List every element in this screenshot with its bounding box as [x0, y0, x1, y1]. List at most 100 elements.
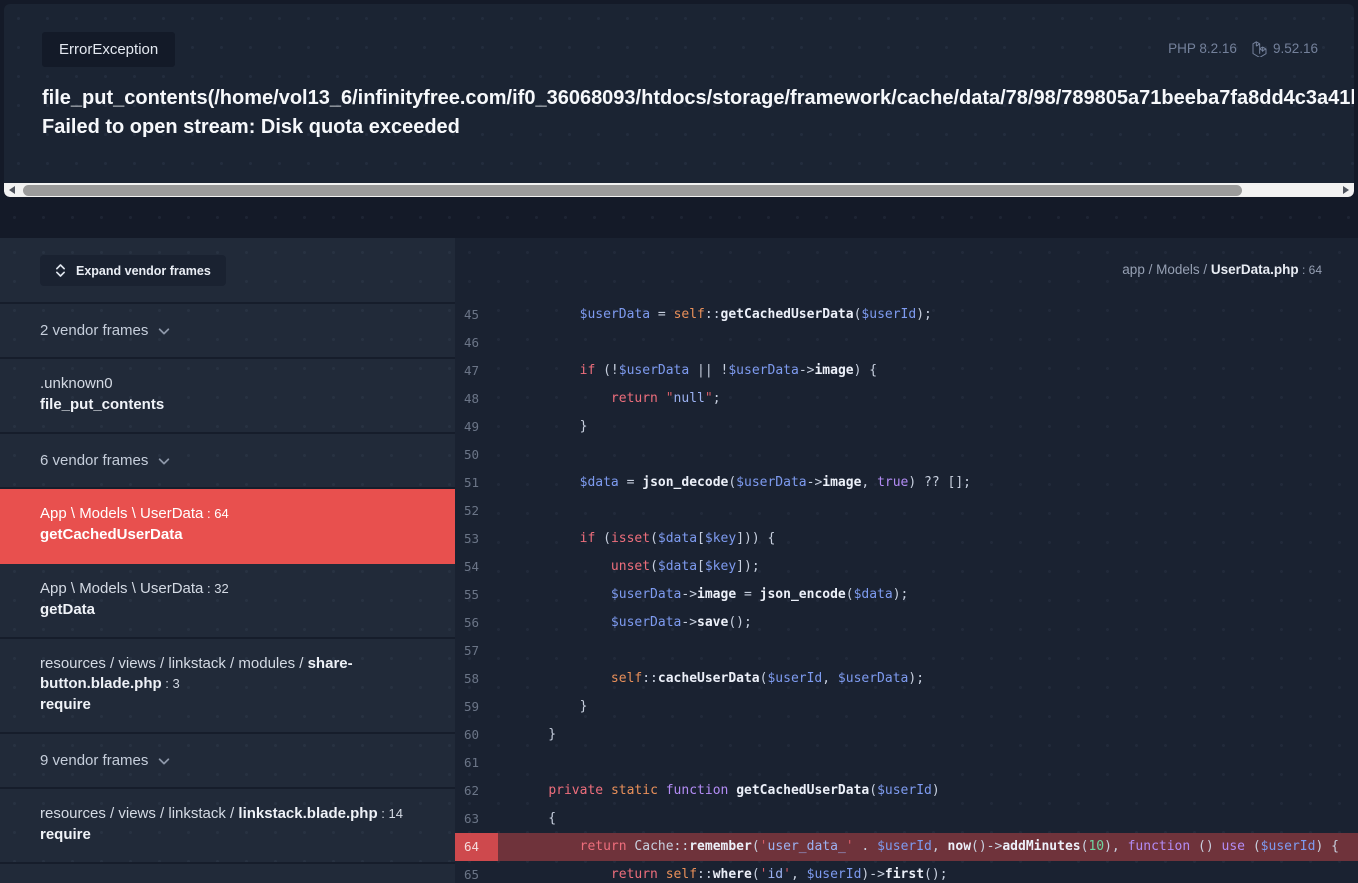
expand-vendor-frames-label: Expand vendor frames	[76, 264, 211, 278]
stack-frame-active[interactable]: App \ Models \ UserData : 64getCachedUse…	[0, 489, 455, 564]
line-code	[498, 441, 526, 469]
line-number: 48	[455, 385, 498, 413]
code-line: 53 if (isset($data[$key])) {	[455, 525, 1358, 553]
code-line: 45 $userData = self::getCachedUserData($…	[455, 301, 1358, 329]
stack-frame[interactable]: resources / views / linkstack / modules …	[0, 639, 455, 734]
stack-frame[interactable]: .unknown0file_put_contents	[0, 359, 455, 434]
line-number: 63	[455, 805, 498, 833]
line-number: 46	[455, 329, 498, 357]
code-line-active: 64 return Cache::remember('user_data_' .…	[455, 833, 1358, 861]
breadcrumb: app / Models / UserData.php : 64	[1122, 262, 1322, 277]
frames-list: 2 vendor frames .unknown0file_put_content…	[0, 304, 455, 883]
vendor-frames-group[interactable]: 15 vendor frames	[0, 864, 455, 883]
frame-path: resources / views / linkstack / modules …	[40, 654, 410, 694]
laravel-version-group: 9.52.16	[1252, 40, 1318, 57]
vendor-frames-group[interactable]: 2 vendor frames	[0, 304, 455, 359]
error-message-line1: file_put_contents(/home/vol13_6/infinity…	[42, 84, 1354, 113]
line-number: 45	[455, 301, 498, 329]
runtime-versions: PHP 8.2.16 9.52.16	[1168, 40, 1318, 57]
horizontal-scrollbar[interactable]	[4, 183, 1354, 197]
code-line: 61	[455, 749, 1358, 777]
code-line: 56 $userData->save();	[455, 609, 1358, 637]
chevron-down-icon	[157, 324, 171, 338]
error-header-panel: ErrorException PHP 8.2.16 9.52.16 file_p…	[4, 4, 1354, 197]
line-number: 58	[455, 665, 498, 693]
vendor-frames-label: 2 vendor frames	[40, 322, 148, 339]
line-code	[498, 749, 526, 777]
code-line: 47 if (!$userData || !$userData->image) …	[455, 357, 1358, 385]
scroll-left-arrow-icon[interactable]	[9, 186, 15, 194]
code-line: 52	[455, 497, 1358, 525]
stack-frame[interactable]: App \ Models \ UserData : 32getData	[0, 564, 455, 639]
breadcrumb-line-number: : 64	[1299, 263, 1322, 277]
code-line: 62 private static function getCachedUser…	[455, 777, 1358, 805]
code-line: 55 $userData->image = json_encode($data)…	[455, 581, 1358, 609]
breadcrumb-file: UserData.php	[1211, 262, 1299, 277]
line-code: return self::where('id', $userId)->first…	[498, 861, 957, 883]
line-code	[498, 329, 526, 357]
chevron-down-icon	[157, 754, 171, 768]
vendor-frames-group[interactable]: 9 vendor frames	[0, 734, 455, 789]
code-line: 59 }	[455, 693, 1358, 721]
stack-frames-sidebar: Expand vendor frames 2 vendor frames .unk…	[0, 238, 455, 883]
frame-method: require	[40, 695, 410, 715]
line-code: return Cache::remember('user_data_' . $u…	[498, 833, 1348, 861]
frame-method: require	[40, 825, 410, 845]
laravel-version-label: 9.52.16	[1273, 41, 1318, 56]
frame-path: App \ Models \ UserData : 32	[40, 579, 410, 599]
line-number: 59	[455, 693, 498, 721]
line-code: return "null";	[498, 385, 730, 413]
line-code	[498, 497, 526, 525]
expand-vendor-frames-button[interactable]: Expand vendor frames	[40, 255, 226, 286]
frame-method: getData	[40, 600, 410, 620]
line-code: unset($data[$key]);	[498, 553, 769, 581]
error-message: file_put_contents(/home/vol13_6/infinity…	[42, 84, 1354, 142]
line-code: {	[498, 805, 565, 833]
code-line: 49 }	[455, 413, 1358, 441]
line-number: 55	[455, 581, 498, 609]
line-number: 65	[455, 861, 498, 883]
line-number: 64	[455, 833, 498, 861]
line-number: 60	[455, 721, 498, 749]
line-number: 51	[455, 469, 498, 497]
chevron-down-icon	[157, 454, 171, 468]
code-line: 51 $data = json_decode($userData->image,…	[455, 469, 1358, 497]
code-viewer: app / Models / UserData.php : 64 45 $use…	[455, 238, 1358, 883]
code-line: 57	[455, 637, 1358, 665]
vendor-frames-group[interactable]: 6 vendor frames	[0, 434, 455, 489]
line-number: 62	[455, 777, 498, 805]
line-number: 53	[455, 525, 498, 553]
code-line: 60 }	[455, 721, 1358, 749]
frame-path: App \ Models \ UserData : 64	[40, 504, 410, 524]
code-line: 48 return "null";	[455, 385, 1358, 413]
line-number: 50	[455, 441, 498, 469]
scrollbar-thumb[interactable]	[23, 185, 1242, 196]
line-number: 61	[455, 749, 498, 777]
php-version-label: PHP 8.2.16	[1168, 41, 1237, 56]
line-number: 47	[455, 357, 498, 385]
code-line: 63 {	[455, 805, 1358, 833]
expand-vendor-frames-row: Expand vendor frames	[0, 238, 455, 304]
breadcrumb-path: app / Models /	[1122, 262, 1211, 277]
line-code: $userData->save();	[498, 609, 761, 637]
line-number: 54	[455, 553, 498, 581]
code-line: 50	[455, 441, 1358, 469]
scroll-right-arrow-icon[interactable]	[1343, 186, 1349, 194]
code-line: 46	[455, 329, 1358, 357]
line-code: if (isset($data[$key])) {	[498, 525, 784, 553]
error-message-line2: Failed to open stream: Disk quota exceed…	[42, 113, 1354, 142]
line-code	[498, 637, 526, 665]
frame-path: .unknown0	[40, 374, 410, 394]
laravel-icon	[1252, 40, 1268, 57]
line-number: 49	[455, 413, 498, 441]
frame-method: getCachedUserData	[40, 525, 410, 545]
main-content: Expand vendor frames 2 vendor frames .unk…	[0, 238, 1358, 883]
unfold-icon	[55, 263, 66, 278]
code-line: 54 unset($data[$key]);	[455, 553, 1358, 581]
line-code: }	[498, 693, 596, 721]
vendor-frames-label: 6 vendor frames	[40, 452, 148, 469]
stack-frame[interactable]: resources / views / linkstack / linkstac…	[0, 789, 455, 864]
code-line: 65 return self::where('id', $userId)->fi…	[455, 861, 1358, 883]
line-code: $userData->image = json_encode($data);	[498, 581, 917, 609]
line-code: if (!$userData || !$userData->image) {	[498, 357, 886, 385]
